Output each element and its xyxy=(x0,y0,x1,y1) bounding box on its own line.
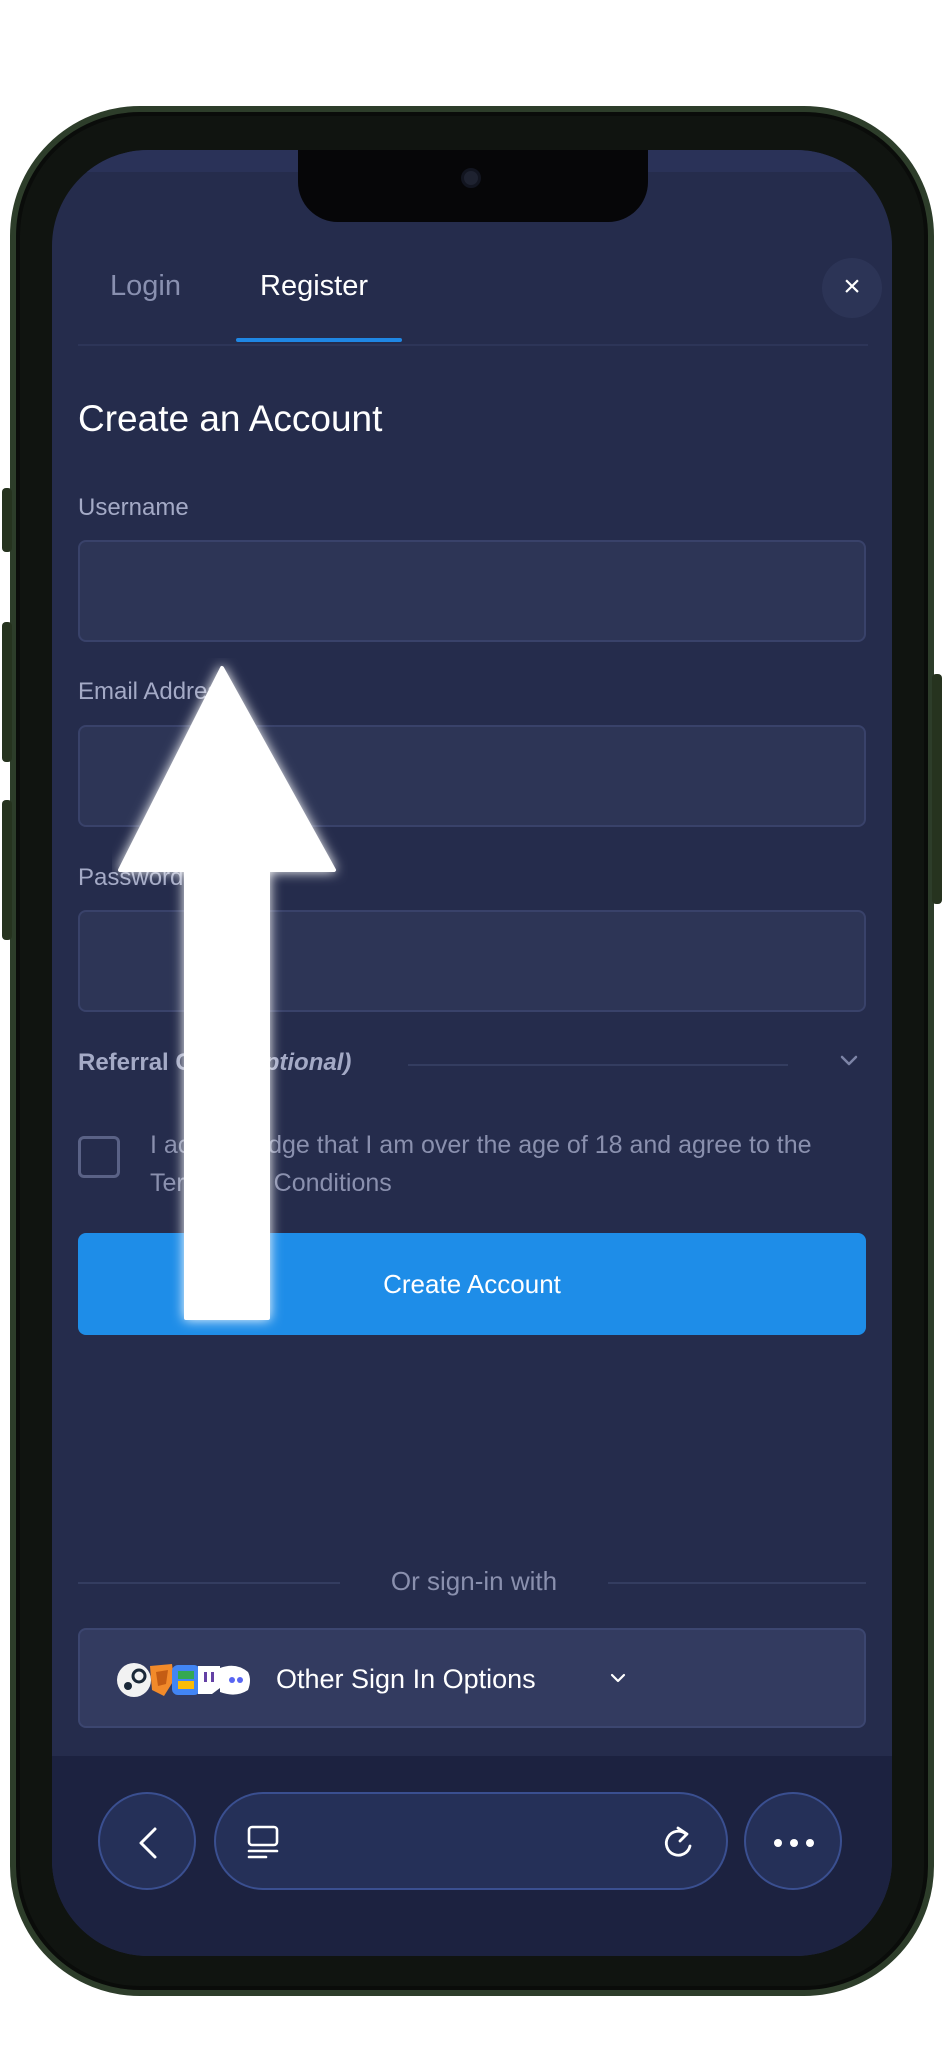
twitch-icon xyxy=(198,1666,220,1694)
notch xyxy=(298,150,648,222)
google-icon xyxy=(172,1665,200,1695)
power-button xyxy=(932,674,942,904)
volume-up-button xyxy=(2,622,12,762)
reload-icon[interactable] xyxy=(660,1824,696,1862)
tab-login[interactable]: Login xyxy=(110,270,181,303)
close-icon: × xyxy=(843,270,861,303)
referral-divider xyxy=(408,1064,788,1066)
create-account-button[interactable]: Create Account xyxy=(78,1233,866,1335)
metamask-icon xyxy=(150,1664,174,1696)
referral-code-toggle[interactable]: Referral Code (optional) xyxy=(78,1049,351,1077)
divider-right xyxy=(608,1582,866,1584)
tab-register[interactable]: Register xyxy=(260,270,368,303)
address-bar[interactable] xyxy=(214,1792,728,1890)
close-button[interactable]: × xyxy=(822,258,882,318)
email-field[interactable] xyxy=(78,725,866,827)
camera-icon xyxy=(461,168,481,188)
chevron-down-icon xyxy=(610,1673,626,1683)
other-sign-in-label: Other Sign In Options xyxy=(276,1664,536,1694)
password-field[interactable] xyxy=(78,910,866,1012)
back-button[interactable] xyxy=(98,1792,196,1890)
referral-label: Referral Code xyxy=(78,1049,243,1076)
mute-switch xyxy=(2,488,12,552)
other-sign-in-button[interactable]: Other Sign In Options xyxy=(78,1628,866,1728)
chevron-down-icon[interactable] xyxy=(838,1050,860,1072)
username-label: Username xyxy=(78,494,189,521)
or-sign-in-text: Or sign-in with xyxy=(390,1566,558,1596)
chevron-left-icon xyxy=(139,1827,157,1859)
screen: Login Register × Create an Account Usern… xyxy=(52,150,892,1956)
email-label: Email Address xyxy=(78,678,232,705)
steam-icon xyxy=(117,1663,151,1697)
terms-text: I acknowledge that I am over the age of … xyxy=(150,1131,812,1197)
tabs-icon[interactable] xyxy=(246,1824,280,1860)
referral-optional: (optional) xyxy=(242,1049,352,1076)
provider-icons xyxy=(117,1663,250,1697)
discord-icon xyxy=(220,1665,250,1695)
volume-down-button xyxy=(2,800,12,940)
page-title: Create an Account xyxy=(78,398,383,439)
username-field[interactable] xyxy=(78,540,866,642)
more-button[interactable] xyxy=(744,1792,842,1890)
terms-checkbox[interactable] xyxy=(78,1136,120,1178)
divider-left xyxy=(78,1582,340,1584)
more-icon xyxy=(774,1839,814,1847)
password-label: Password xyxy=(78,864,184,891)
tab-divider xyxy=(78,344,868,346)
active-tab-indicator xyxy=(236,338,402,342)
